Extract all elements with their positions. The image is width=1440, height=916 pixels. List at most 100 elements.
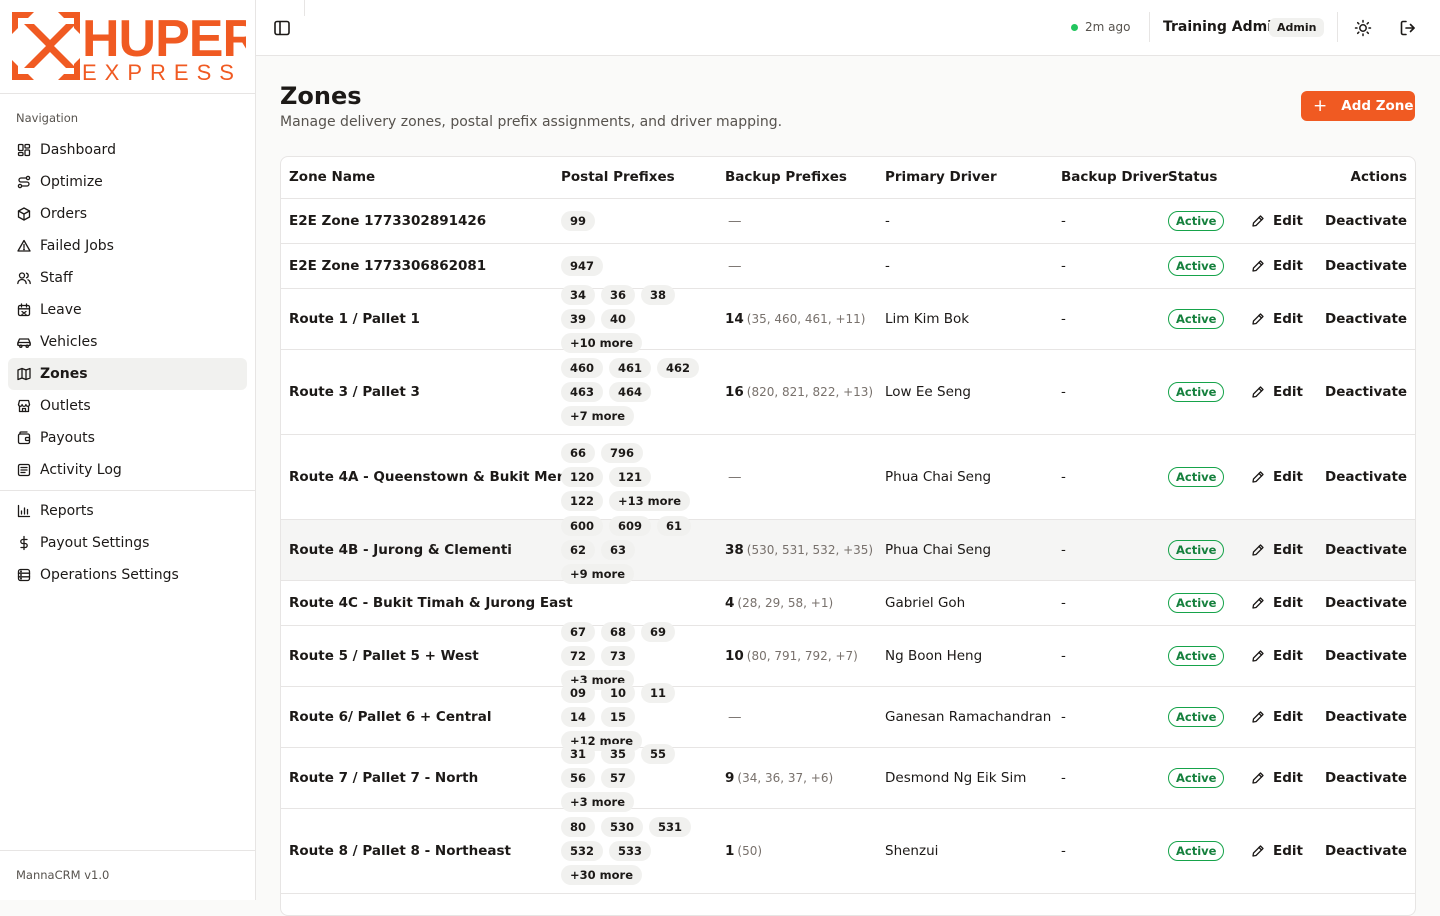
backup-count: 1 [725,843,735,859]
zone-name: E2E Zone 1773302891426 [289,213,487,229]
pencil-icon [1252,544,1264,556]
sidebar-item-staff[interactable]: Staff [8,262,247,294]
sidebar-item-optimize[interactable]: Optimize [8,166,247,198]
role-badge: Admin [1269,18,1325,37]
edit-button[interactable]: Edit [1251,709,1303,725]
table-row[interactable]: Route 4B - Jurong & Clementi 600 609 61 62 63… [281,516,1415,584]
edit-button[interactable]: Edit [1251,213,1303,229]
table-row[interactable]: Route 4C - Bukit Timah & Jurong East 4 (28… [281,581,1415,626]
zone-name: Route 8 / Pallet 8 - Northeast [289,843,511,859]
edit-button[interactable]: Edit [1251,311,1303,327]
map-icon [16,366,32,382]
prefix-chip[interactable]: +7 more [561,406,634,426]
deactivate-button[interactable]: Deactivate [1325,213,1407,229]
pencil-icon [1252,260,1264,272]
edit-label: Edit [1273,258,1303,274]
sidebar-item-label: Payout Settings [40,535,150,551]
prefix-chip[interactable]: +30 more [561,865,642,885]
col-status[interactable]: Status [1168,169,1217,185]
pencil-icon [1252,386,1264,398]
sidebar-item-leave[interactable]: Leave [8,294,247,326]
prefix-chip: 38 [641,285,676,305]
edit-button[interactable]: Edit [1251,258,1303,274]
backup-list: (820, 821, 822, +13) [746,385,874,399]
primary-driver: Phua Chai Seng [885,542,992,558]
edit-button[interactable]: Edit [1251,770,1303,786]
deactivate-button[interactable]: Deactivate [1325,311,1407,327]
route-icon [16,174,32,190]
sidebar-item-payout-settings[interactable]: Payout Settings [8,527,247,559]
backup-list: (28, 29, 58, +1) [737,596,834,610]
sidebar-toggle-icon[interactable] [272,18,292,38]
store-icon [16,398,32,414]
edit-button[interactable]: Edit [1251,595,1303,611]
edit-button[interactable]: Edit [1251,469,1303,485]
table-row[interactable]: Route 3 / Pallet 3 460 461 462 463 464 +7 more… [281,350,1415,435]
backup-driver: - [1061,258,1066,274]
pencil-icon [1252,597,1264,609]
sidebar-item-dashboard[interactable]: Dashboard [8,134,247,166]
table-row[interactable]: Route 7 / Pallet 7 - North 31 35 55 56 57 +3 m… [281,744,1415,812]
sidebar-item-outlets[interactable]: Outlets [8,390,247,422]
col-zone-name[interactable]: Zone Name [289,169,375,185]
prefix-chip: 34 [561,285,596,305]
edit-button[interactable]: Edit [1251,648,1303,664]
zone-name: Route 7 / Pallet 7 - North [289,770,479,786]
sidebar-item-vehicles[interactable]: Vehicles [8,326,247,358]
table-row[interactable]: Route 6/ Pallet 6 + Central 09 10 11 14 15 +12… [281,683,1415,751]
table-row[interactable]: E2E Zone 1773306862081 947 — - - Active Edit De… [281,244,1415,289]
edit-label: Edit [1273,843,1303,859]
prefix-chip: 532 [561,841,604,861]
sidebar-item-operations-settings[interactable]: Operations Settings [8,559,247,591]
brand-logo[interactable]: HUPER EXPRESS [0,0,255,94]
table-row[interactable]: Route 5 / Pallet 5 + West 67 68 69 72 73 +3 mo… [281,622,1415,690]
edit-label: Edit [1273,213,1303,229]
zone-name: Route 4C - Bukit Timah & Jurong East [289,595,573,611]
prefix-chip: 15 [601,707,636,727]
deactivate-button[interactable]: Deactivate [1325,469,1407,485]
backup-driver: - [1061,648,1066,664]
edit-button[interactable]: Edit [1251,542,1303,558]
deactivate-button[interactable]: Deactivate [1325,595,1407,611]
backup-driver: - [1061,213,1066,229]
prefix-chip[interactable]: +13 more [609,491,691,511]
sidebar-item-payouts[interactable]: Payouts [8,422,247,454]
col-primary-driver[interactable]: Primary Driver [885,169,997,185]
table-row[interactable]: Route 8 / Pallet 8 - Northeast 80 530 531 53… [281,809,1415,894]
table-row[interactable]: E2E Zone 1773302891426 99 — - - Active Edit Dea… [281,199,1415,244]
backup-driver: - [1061,843,1066,859]
empty-dash: — [728,469,742,485]
deactivate-button[interactable]: Deactivate [1325,384,1407,400]
deactivate-button[interactable]: Deactivate [1325,648,1407,664]
sidebar-item-reports[interactable]: Reports [8,495,247,527]
sync-status: 2m ago [1071,20,1130,34]
sidebar-item-failed-jobs[interactable]: Failed Jobs [8,230,247,262]
sidebar-item-orders[interactable]: Orders [8,198,247,230]
prefix-chip: 99 [561,211,596,231]
logout-icon[interactable] [1398,18,1418,38]
sun-icon[interactable] [1353,18,1373,38]
table-row[interactable]: Route 4A - Queenstown & Bukit Merah 66 796… [281,435,1415,520]
col-backup-prefixes[interactable]: Backup Prefixes [725,169,847,185]
col-postal-prefixes[interactable]: Postal Prefixes [561,169,675,185]
backup-count: 9 [725,770,735,786]
add-zone-button[interactable]: + Add Zone [1301,91,1415,121]
sidebar-item-activity-log[interactable]: Activity Log [8,454,247,486]
deactivate-button[interactable]: Deactivate [1325,709,1407,725]
sidebar-item-zones[interactable]: Zones [8,358,247,390]
deactivate-button[interactable]: Deactivate [1325,258,1407,274]
edit-button[interactable]: Edit [1251,384,1303,400]
sidebar-item-label: Outlets [40,398,91,414]
sidebar-item-label: Optimize [40,174,103,190]
prefix-chip: 121 [609,467,652,487]
col-backup-driver[interactable]: Backup Driver [1061,169,1168,185]
edit-button[interactable]: Edit [1251,843,1303,859]
main-content: Zones Manage delivery zones, postal pref… [256,56,1440,916]
sync-time: 2m ago [1085,20,1131,34]
table-row[interactable]: Route 1 / Pallet 1 34 36 38 39 40 +10 more 14 (3… [281,285,1415,353]
deactivate-button[interactable]: Deactivate [1325,770,1407,786]
backup-prefixes: 9 (34, 36, 37, +6) [725,770,833,786]
prefix-chip: 61 [657,516,692,536]
deactivate-button[interactable]: Deactivate [1325,542,1407,558]
deactivate-button[interactable]: Deactivate [1325,843,1407,859]
